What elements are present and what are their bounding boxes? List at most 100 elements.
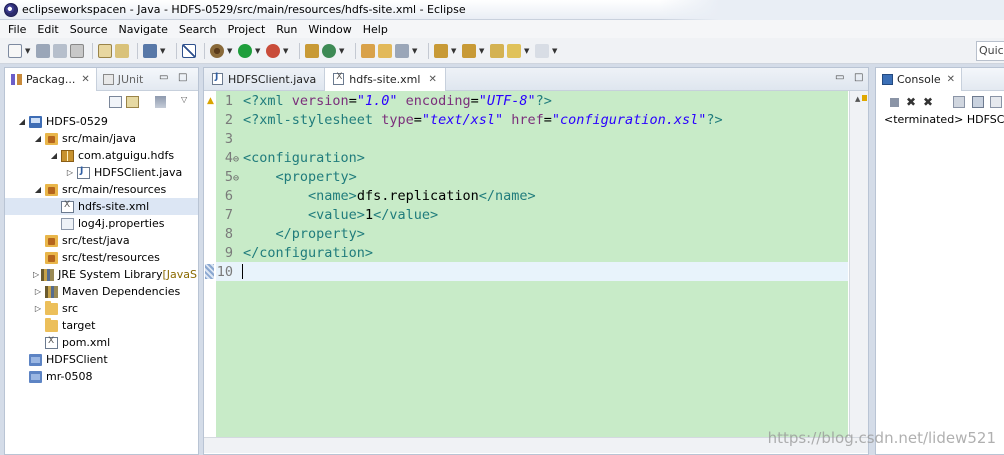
- expanded-icon[interactable]: ◢: [33, 185, 43, 194]
- previous-annotation-dropdown-icon[interactable]: ▼: [479, 44, 485, 58]
- open-type-icon[interactable]: [98, 43, 112, 58]
- menu-search[interactable]: Search: [179, 23, 217, 36]
- menu-window[interactable]: Window: [308, 23, 351, 36]
- close-icon[interactable]: ✕: [947, 74, 955, 85]
- menu-navigate[interactable]: Navigate: [119, 23, 168, 36]
- expanded-icon[interactable]: ◢: [17, 117, 27, 126]
- menu-bar: File Edit Source Navigate Search Project…: [0, 20, 1004, 38]
- fold-collapse-icon[interactable]: ⊖: [233, 169, 243, 188]
- terminate-icon[interactable]: [890, 98, 899, 107]
- minimize-icon[interactable]: ▭: [159, 72, 168, 83]
- new-icon[interactable]: [8, 43, 22, 58]
- remove-all-launches-icon[interactable]: ✖: [923, 96, 935, 108]
- collapsed-icon[interactable]: ▷: [33, 287, 43, 296]
- last-edit-location-icon[interactable]: [490, 43, 504, 58]
- fold-collapse-icon[interactable]: ⊖: [233, 150, 243, 169]
- collapsed-icon[interactable]: ▷: [33, 270, 39, 279]
- tab-junit[interactable]: JUnit: [97, 68, 150, 91]
- tab-console[interactable]: Console ✕: [876, 67, 963, 91]
- tab-hdfsclient-java[interactable]: HDFSClient.java: [204, 67, 326, 91]
- tree-item[interactable]: hdfs-site.xml: [5, 198, 198, 215]
- tree-item[interactable]: target: [5, 317, 198, 334]
- tree-item[interactable]: ◢ com.atguigu.hdfs: [5, 147, 198, 164]
- collapsed-icon[interactable]: ▷: [65, 168, 75, 177]
- forward-icon[interactable]: [535, 43, 549, 58]
- maximize-icon[interactable]: □: [178, 72, 187, 83]
- open-folder-icon[interactable]: [361, 43, 375, 58]
- close-icon[interactable]: ✕: [428, 74, 436, 85]
- view-menu-icon[interactable]: ▽: [181, 95, 187, 104]
- next-annotation-dropdown-icon[interactable]: ▼: [451, 44, 457, 58]
- open-project-icon[interactable]: [378, 43, 392, 58]
- print-icon[interactable]: [70, 43, 84, 58]
- tab-package-explorer[interactable]: Packag... ✕: [5, 67, 97, 91]
- tree-item[interactable]: ◢ src/main/java: [5, 130, 198, 147]
- new-dropdown-icon[interactable]: ▼: [25, 44, 31, 58]
- maximize-icon[interactable]: □: [854, 72, 863, 83]
- collapse-all-icon[interactable]: [109, 96, 122, 108]
- tree-item[interactable]: mr-0508: [5, 368, 198, 385]
- external-tools-icon[interactable]: [266, 43, 280, 58]
- tree-item[interactable]: pom.xml: [5, 334, 198, 351]
- back-icon[interactable]: [507, 43, 521, 58]
- overview-ruler-warning[interactable]: [862, 95, 867, 101]
- java-file-icon: [77, 166, 90, 179]
- pencil-dropdown-icon[interactable]: ▼: [412, 44, 418, 58]
- next-annotation-icon[interactable]: [434, 43, 448, 58]
- line-number: 6: [224, 188, 233, 204]
- new-java-class-icon[interactable]: [322, 43, 336, 58]
- expanded-icon[interactable]: ◢: [49, 151, 59, 160]
- back-dropdown-icon[interactable]: ▼: [524, 44, 530, 58]
- minimize-icon[interactable]: ▭: [835, 72, 844, 83]
- new-java-package-icon[interactable]: [305, 43, 319, 58]
- new-class-dropdown-icon[interactable]: ▼: [339, 44, 345, 58]
- menu-source[interactable]: Source: [70, 23, 108, 36]
- remove-launch-icon[interactable]: ✖: [906, 96, 918, 108]
- run-dropdown-icon[interactable]: ▼: [255, 44, 261, 58]
- focus-icon[interactable]: [155, 96, 166, 108]
- save-icon[interactable]: [36, 43, 50, 58]
- menu-help[interactable]: Help: [363, 23, 388, 36]
- skip-breakpoints-icon[interactable]: [182, 43, 196, 58]
- tree-item[interactable]: src/test/resources: [5, 249, 198, 266]
- console-view-icon[interactable]: [143, 43, 157, 58]
- menu-project[interactable]: Project: [228, 23, 266, 36]
- tree-item[interactable]: ◢ src/main/resources: [5, 181, 198, 198]
- console-dropdown-icon[interactable]: ▼: [160, 44, 166, 58]
- tree-item[interactable]: log4j.properties: [5, 215, 198, 232]
- tree-item[interactable]: src/test/java: [5, 232, 198, 249]
- debug-dropdown-icon[interactable]: ▼: [227, 44, 233, 58]
- tab-hdfs-site-xml[interactable]: hdfs-site.xml ✕: [325, 67, 446, 91]
- collapsed-icon[interactable]: ▷: [33, 304, 43, 313]
- warning-icon[interactable]: ▲: [207, 96, 214, 106]
- tree-item[interactable]: ▷ HDFSClient.java: [5, 164, 198, 181]
- tab-junit-label: JUnit: [117, 72, 144, 86]
- quick-access-input[interactable]: Quick Access: [976, 41, 1004, 61]
- external-tools-dropdown-icon[interactable]: ▼: [283, 44, 289, 58]
- save-all-icon[interactable]: [53, 43, 67, 58]
- menu-edit[interactable]: Edit: [37, 23, 58, 36]
- run-icon[interactable]: [238, 43, 252, 58]
- menu-file[interactable]: File: [8, 23, 26, 36]
- expanded-icon[interactable]: ◢: [33, 134, 43, 143]
- watermark: https://blog.csdn.net/lidew521: [767, 429, 996, 447]
- clear-console-icon[interactable]: [953, 96, 965, 108]
- tree-item[interactable]: HDFSClient: [5, 351, 198, 368]
- tree-item[interactable]: ▷ JRE System Library [JavaSE: [5, 266, 198, 283]
- debug-icon[interactable]: [210, 43, 224, 58]
- word-wrap-icon[interactable]: [990, 96, 1002, 108]
- open-task-icon[interactable]: [115, 43, 129, 58]
- tree-item[interactable]: ▷ Maven Dependencies: [5, 283, 198, 300]
- vertical-scrollbar[interactable]: ▲: [849, 91, 868, 437]
- tree-item[interactable]: ◢ HDFS-0529: [5, 113, 198, 130]
- scroll-lock-icon[interactable]: [972, 96, 984, 108]
- scroll-up-icon[interactable]: ▲: [855, 95, 860, 103]
- link-with-editor-icon[interactable]: [126, 96, 139, 108]
- forward-dropdown-icon[interactable]: ▼: [552, 44, 558, 58]
- pencil-icon[interactable]: [395, 43, 409, 58]
- close-icon[interactable]: ✕: [81, 74, 89, 85]
- menu-run[interactable]: Run: [276, 23, 297, 36]
- previous-annotation-icon[interactable]: [462, 43, 476, 58]
- code-editor[interactable]: ▲ 1 <?xml version="1.0" encoding="UTF-8"?…: [204, 91, 868, 453]
- tree-item[interactable]: ▷ src: [5, 300, 198, 317]
